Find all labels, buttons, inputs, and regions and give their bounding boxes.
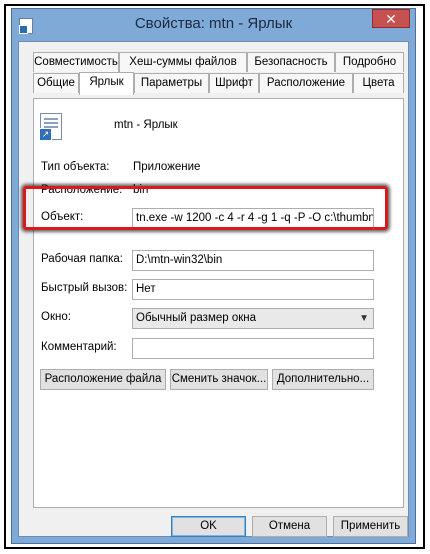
tab-label: Параметры	[140, 77, 203, 89]
change-icon-button[interactable]: Сменить значок...	[170, 369, 268, 390]
tab-shortcut[interactable]: Ярлык	[79, 72, 134, 95]
tab-layout[interactable]: Расположение	[259, 73, 353, 93]
open-file-location-button[interactable]: Расположение файла	[40, 369, 166, 390]
target-highlight-box	[23, 186, 388, 230]
tab-label: Совместимость	[34, 56, 118, 68]
advanced-button[interactable]: Дополнительно...	[272, 369, 374, 390]
shortcut-name: mtn - Ярлык	[114, 119, 178, 131]
run-label: Окно:	[41, 311, 71, 323]
tab-label: Расположение	[266, 77, 346, 89]
tab-label: Общие	[37, 77, 75, 89]
run-select[interactable]: Обычный размер окна ▼	[132, 308, 374, 329]
title-bar[interactable]: Свойства: mtn - Ярлык ✕	[12, 9, 415, 41]
tab-label: Подробно	[342, 56, 397, 68]
tab-options[interactable]: Параметры	[134, 73, 209, 93]
tab-label: Безопасность	[254, 56, 328, 68]
tab-general[interactable]: Общие	[33, 73, 79, 93]
tab-security[interactable]: Безопасность	[247, 52, 335, 72]
run-select-value: Обычный размер окна	[136, 312, 257, 324]
comment-field[interactable]	[132, 338, 374, 359]
tab-label: Шрифт	[215, 77, 253, 89]
tab-compatibility[interactable]: Совместимость	[33, 52, 119, 72]
shortcut-file-icon: ↗	[39, 113, 62, 141]
apply-button[interactable]: Применить	[333, 516, 408, 537]
window-title: Свойства: mtn - Ярлык	[134, 15, 293, 32]
target-type-label: Тип объекта:	[41, 161, 110, 173]
dialog-client-area: Совместимость Хеш-суммы файлов Безопасно…	[18, 41, 409, 537]
close-icon: ✕	[385, 11, 397, 27]
tab-details[interactable]: Подробно	[335, 52, 404, 72]
tab-label: Хеш-суммы файлов	[129, 56, 237, 68]
start-in-label: Рабочая папка:	[41, 253, 123, 265]
tab-label: Ярлык	[89, 76, 124, 88]
start-in-field[interactable]: D:\mtn-win32\bin	[132, 250, 374, 271]
close-button[interactable]: ✕	[372, 9, 410, 28]
ok-button[interactable]: OK	[171, 516, 246, 537]
hotkey-label: Быстрый вызов:	[41, 282, 128, 294]
properties-window: Свойства: mtn - Ярлык ✕ Совместимость Хе…	[11, 8, 416, 544]
chevron-down-icon: ▼	[359, 313, 369, 324]
target-type-value: Приложение	[133, 161, 201, 173]
cancel-button[interactable]: Отмена	[252, 516, 327, 537]
tab-colors[interactable]: Цвета	[353, 73, 404, 93]
tab-font[interactable]: Шрифт	[209, 73, 259, 93]
comment-label: Комментарий:	[41, 341, 117, 353]
shortcut-tab-panel: ↗ mtn - Ярлык Тип объекта: Приложение Ра…	[33, 98, 404, 508]
tab-label: Цвета	[362, 77, 395, 89]
hotkey-field[interactable]: Нет	[132, 279, 374, 300]
tab-hashes[interactable]: Хеш-суммы файлов	[119, 52, 247, 72]
